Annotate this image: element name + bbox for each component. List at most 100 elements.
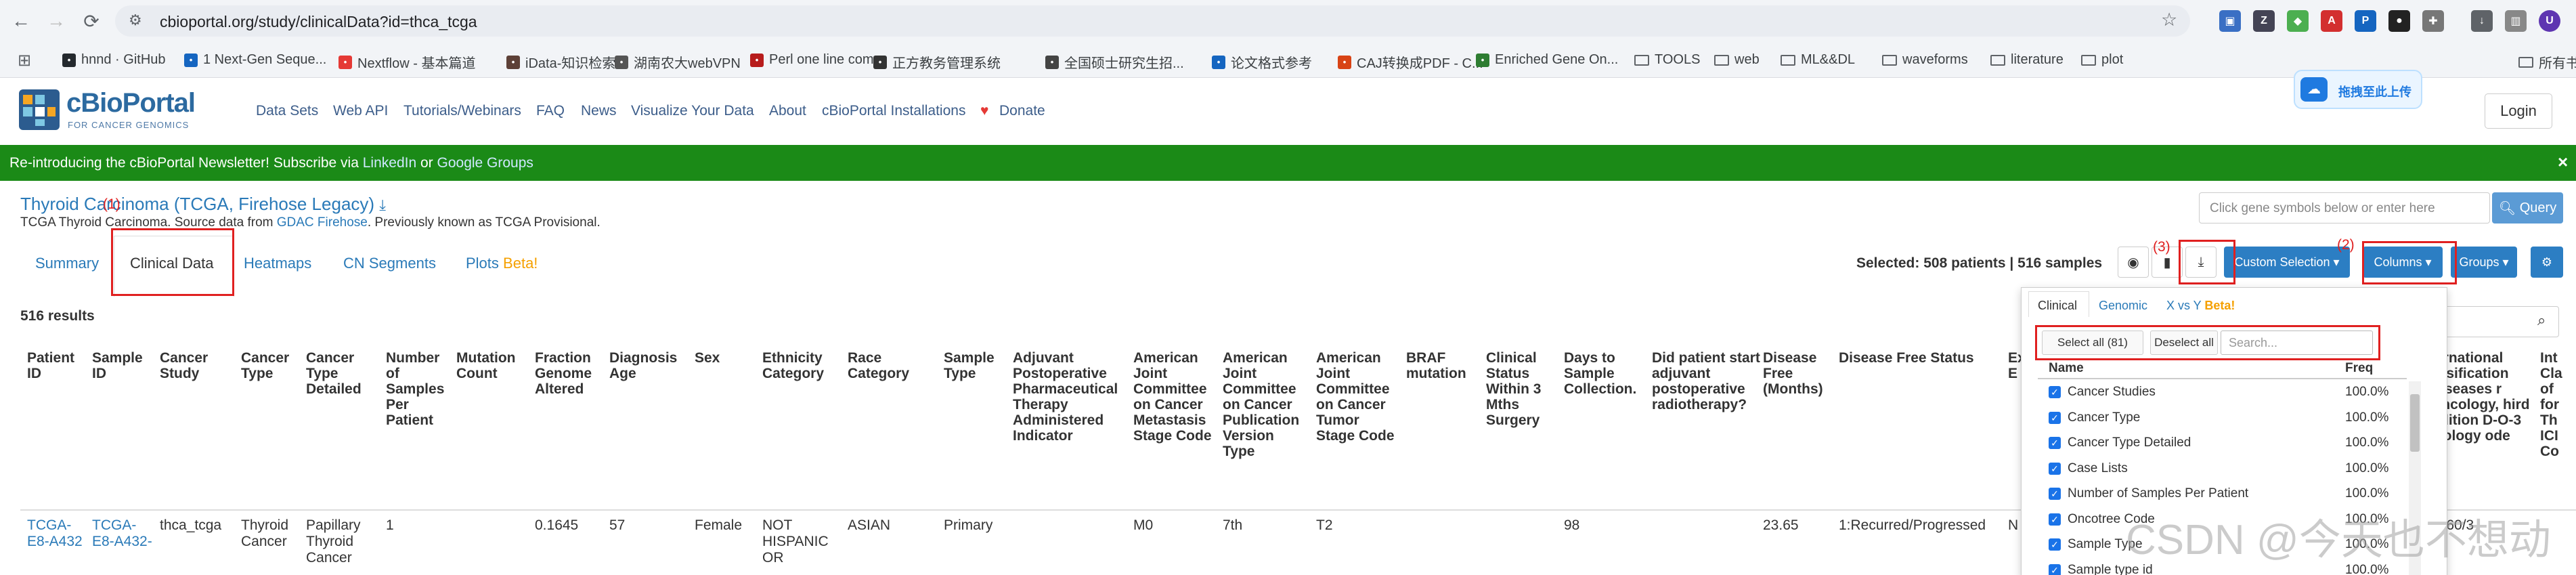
custom-selection-button[interactable]: Custom Selection ▾ bbox=[2224, 247, 2350, 278]
column-header[interactable]: American Joint Committee on Cancer Publi… bbox=[1223, 350, 1307, 459]
column-header[interactable]: Number of Samples Per Patient bbox=[386, 350, 451, 428]
tab-heatmaps[interactable]: Heatmaps bbox=[244, 255, 311, 272]
study-title[interactable]: Thyroid Carcinoma (TCGA, Firehose Legacy… bbox=[20, 194, 386, 215]
table-cell[interactable]: TCGA-E8-A432- bbox=[92, 517, 153, 550]
extension-icon[interactable]: ● bbox=[2388, 10, 2410, 32]
bookmark-item[interactable]: TOOLS bbox=[1634, 52, 1700, 68]
checkbox-checked-icon[interactable]: ✓ bbox=[2049, 411, 2061, 424]
nav-installations[interactable]: cBioPortal Installations bbox=[822, 103, 965, 119]
extension-icon[interactable]: P bbox=[2355, 10, 2376, 32]
column-header[interactable]: Disease Free (Months) bbox=[1763, 350, 1823, 397]
checkbox-checked-icon[interactable]: ✓ bbox=[2049, 563, 2061, 575]
checkbox-checked-icon[interactable]: ✓ bbox=[2049, 513, 2061, 526]
bookmark-item[interactable]: • iData-知识检索 bbox=[506, 52, 615, 72]
column-header[interactable]: Diagnosis Age bbox=[609, 350, 684, 381]
bookmark-item[interactable]: literature bbox=[1990, 52, 2064, 68]
column-toggle-row[interactable]: ✓ Cancer Type Detailed bbox=[2049, 435, 2191, 450]
column-header[interactable]: Cancer Study bbox=[160, 350, 234, 381]
column-header[interactable]: Cancer Type bbox=[241, 350, 301, 381]
tab-plots[interactable]: Plots Beta! bbox=[466, 255, 538, 272]
column-header[interactable]: Days to Sample Collection. bbox=[1564, 350, 1638, 397]
sidebar-icon[interactable]: ▥ bbox=[2505, 10, 2527, 32]
forward-icon[interactable]: → bbox=[42, 7, 70, 35]
bookmark-item[interactable]: waveforms bbox=[1882, 52, 1968, 68]
column-header[interactable]: Clinical Status Within 3 Mths Surgery bbox=[1486, 350, 1554, 428]
column-header[interactable]: Sample ID bbox=[92, 350, 153, 381]
column-toggle-row[interactable]: ✓ Cancer Type bbox=[2049, 410, 2140, 425]
bookmark-item[interactable]: • Nextflow - 基本篇道 bbox=[339, 52, 475, 72]
table-cell[interactable]: TCGA-E8-A432 bbox=[27, 517, 88, 550]
nav-donate[interactable]: Donate bbox=[999, 103, 1045, 119]
column-header[interactable]: Patient ID bbox=[27, 350, 88, 381]
column-toggle-row[interactable]: ✓ Cancer Studies bbox=[2049, 385, 2156, 400]
column-header[interactable]: Sample Type bbox=[944, 350, 1005, 381]
tab-plots-label[interactable]: Plots bbox=[466, 255, 499, 272]
bookmark-item[interactable]: • 湖南农大webVPN bbox=[615, 52, 741, 72]
deselect-all-button[interactable]: Deselect all bbox=[2150, 331, 2218, 355]
close-icon[interactable]: × bbox=[2558, 152, 2568, 173]
gdac-firehose-link[interactable]: GDAC Firehose bbox=[277, 215, 368, 230]
bookmark-item[interactable]: ML&&DL bbox=[1781, 52, 1855, 68]
logo-title[interactable]: cBioPortal bbox=[66, 88, 196, 119]
checkbox-checked-icon[interactable]: ✓ bbox=[2049, 386, 2061, 398]
zotero-icon[interactable]: Z bbox=[2253, 10, 2275, 32]
pdf-icon[interactable]: A bbox=[2321, 10, 2342, 32]
panel-tab-x-vs-y[interactable]: X vs Y Beta! bbox=[2166, 299, 2235, 313]
bookmark-item[interactable]: • Perl one line com... bbox=[750, 52, 885, 68]
panel-tab-genomic[interactable]: Genomic bbox=[2099, 299, 2147, 313]
checkbox-checked-icon[interactable]: ✓ bbox=[2049, 462, 2061, 475]
checkbox-checked-icon[interactable]: ✓ bbox=[2049, 488, 2061, 500]
column-header[interactable]: Int Cla of for Th ICI Co bbox=[2540, 350, 2574, 459]
panel-scroll-thumb[interactable] bbox=[2410, 394, 2420, 452]
column-header[interactable]: Disease Free Status bbox=[1839, 350, 2008, 366]
extension-icon[interactable]: ▣ bbox=[2219, 10, 2241, 32]
column-toggle-row[interactable]: ✓ Number of Samples Per Patient bbox=[2049, 486, 2248, 501]
column-header[interactable]: Adjuvant Postoperative Pharmaceutical Th… bbox=[1013, 350, 1121, 444]
groups-button[interactable]: Groups ▾ bbox=[2451, 247, 2517, 278]
nav-about[interactable]: About bbox=[769, 103, 806, 119]
column-toggle-row[interactable]: ✓ Case Lists bbox=[2049, 461, 2128, 476]
bookmark-item[interactable]: 所有书签 bbox=[2518, 52, 2576, 72]
nav-faq[interactable]: FAQ bbox=[536, 103, 565, 119]
profile-avatar[interactable]: U bbox=[2539, 10, 2560, 32]
reload-icon[interactable]: ⟳ bbox=[77, 7, 106, 35]
google-groups-link[interactable]: Google Groups bbox=[437, 155, 533, 171]
puzzle-icon[interactable]: ✚ bbox=[2422, 10, 2444, 32]
column-header[interactable]: Ethnicity Category bbox=[762, 350, 837, 381]
query-button[interactable]: 🔍︎ Query bbox=[2492, 192, 2563, 223]
tab-summary[interactable]: Summary bbox=[35, 255, 99, 272]
site-info-icon[interactable]: ⚙ bbox=[129, 12, 142, 29]
bookmark-item[interactable]: • 论文格式参考 bbox=[1212, 52, 1312, 72]
cbioportal-logo-icon[interactable] bbox=[19, 89, 60, 130]
bookmark-item[interactable]: • CAJ转换成PDF - C... bbox=[1338, 52, 1483, 72]
column-header[interactable]: American Joint Committee on Cancer Metas… bbox=[1133, 350, 1215, 444]
column-header[interactable]: Mutation Count bbox=[456, 350, 527, 381]
bookmark-item[interactable]: • 正方教务管理系统 bbox=[873, 52, 1001, 72]
column-header[interactable]: Race Category bbox=[848, 350, 929, 381]
bookmark-item[interactable]: • hnnd · GitHub bbox=[62, 52, 166, 68]
bookmark-item[interactable]: plot bbox=[2081, 52, 2123, 68]
nav-news[interactable]: News bbox=[581, 103, 617, 119]
download-icon[interactable]: ↓ bbox=[2471, 10, 2493, 32]
bookmark-star-icon[interactable]: ☆ bbox=[2161, 9, 2177, 30]
download-icon[interactable]: ⤓ bbox=[379, 196, 386, 213]
gear-icon[interactable]: ⚙ bbox=[2531, 247, 2563, 278]
linkedin-link[interactable]: LinkedIn bbox=[363, 155, 416, 171]
bookmark-item[interactable]: • Enriched Gene On... bbox=[1476, 52, 1618, 68]
bookmark-item[interactable]: web bbox=[1714, 52, 1760, 68]
panel-tab-x-vs-y-label[interactable]: X vs Y bbox=[2166, 299, 2201, 312]
login-button[interactable]: Login bbox=[2485, 93, 2552, 129]
column-header[interactable]: ternational assification Diseases r Onco… bbox=[2430, 350, 2546, 444]
column-header[interactable]: BRAF mutation bbox=[1406, 350, 1474, 381]
nav-data-sets[interactable]: Data Sets bbox=[256, 103, 318, 119]
nav-visualize[interactable]: Visualize Your Data bbox=[631, 103, 754, 119]
column-header[interactable]: American Joint Committee on Cancer Tumor… bbox=[1316, 350, 1397, 444]
column-header[interactable]: Sex bbox=[695, 350, 749, 366]
bookmark-item[interactable]: • 全国硕士研究生招... bbox=[1045, 52, 1184, 72]
checkbox-checked-icon[interactable]: ✓ bbox=[2049, 538, 2061, 551]
user-icon[interactable]: ◉ bbox=[2118, 247, 2149, 278]
nav-tutorials[interactable]: Tutorials/Webinars bbox=[403, 103, 521, 119]
extension-icon[interactable]: ◆ bbox=[2287, 10, 2309, 32]
checkbox-checked-icon[interactable]: ✓ bbox=[2049, 437, 2061, 449]
apps-icon[interactable]: ⊞ bbox=[18, 51, 31, 70]
